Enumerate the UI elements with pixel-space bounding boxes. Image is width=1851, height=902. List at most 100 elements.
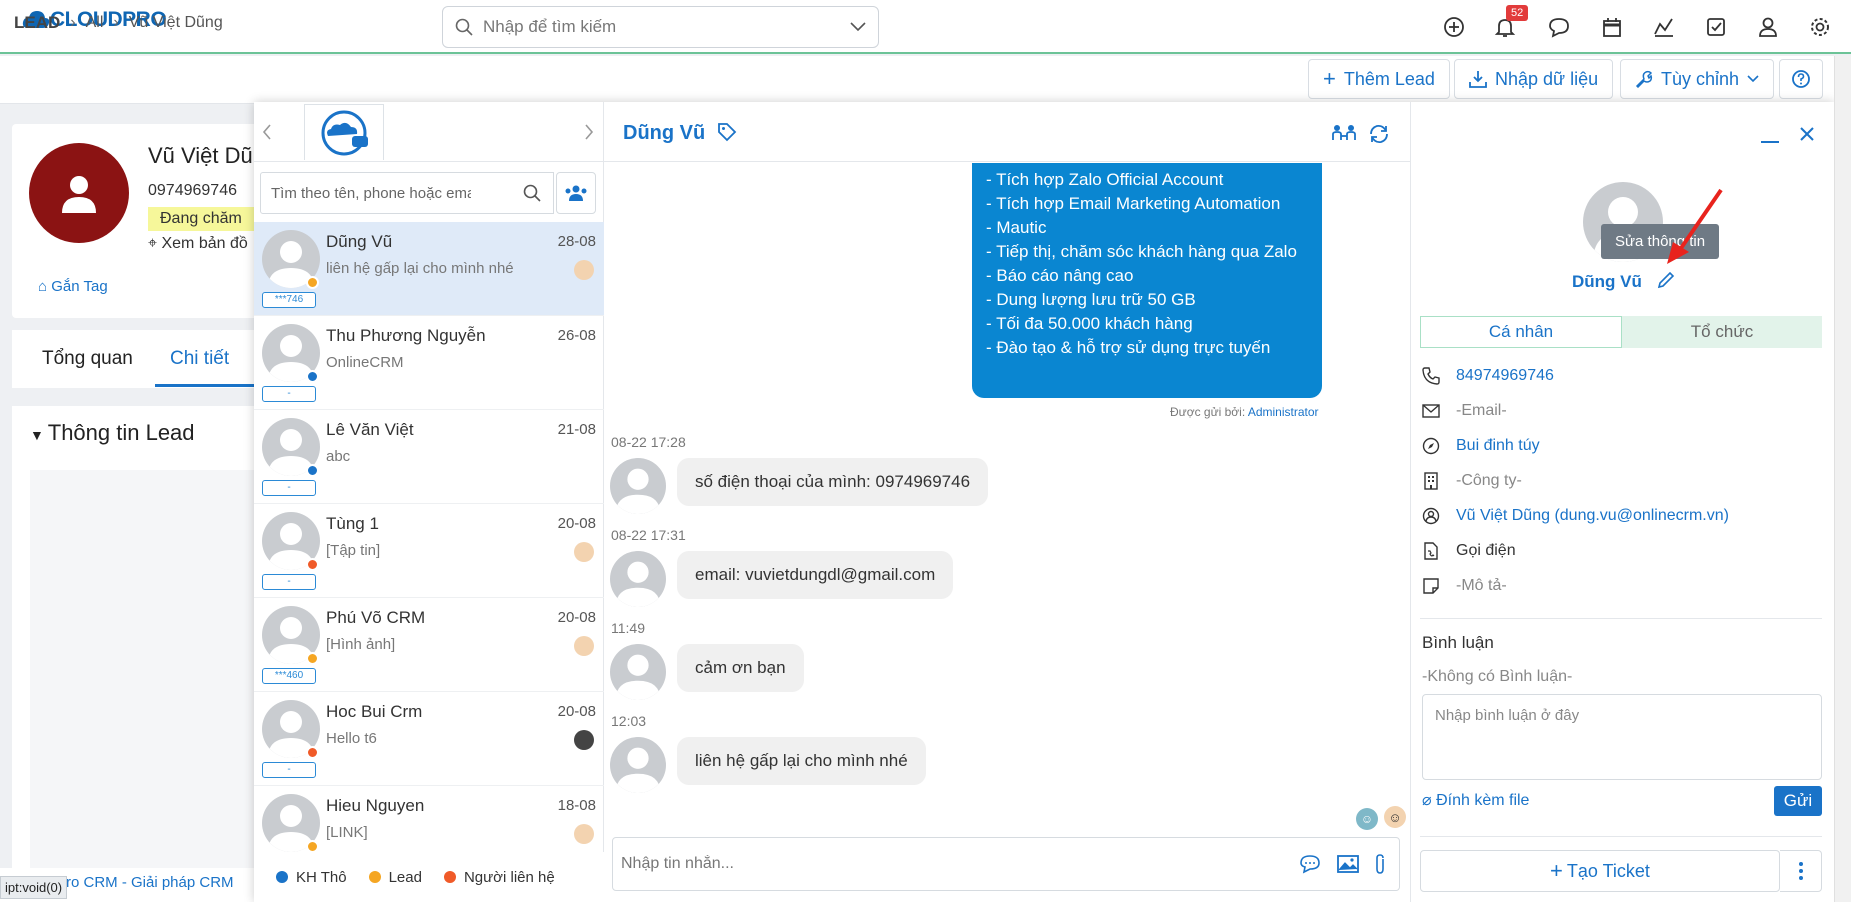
quick-reply-icon[interactable] — [1299, 854, 1321, 874]
calendar-icon[interactable] — [1598, 13, 1626, 41]
analytics-icon[interactable] — [1650, 13, 1678, 41]
note-icon — [1420, 578, 1442, 594]
global-search[interactable] — [442, 6, 879, 48]
chevron-down-icon — [1747, 75, 1759, 83]
conversation-item[interactable]: Hoc Bui Crm 20-08 Hello t6- — [254, 692, 604, 786]
tag-label: Gắn Tag — [51, 278, 108, 295]
conversation-date: 28-08 — [557, 233, 596, 250]
help-icon — [1792, 70, 1810, 88]
profile-description[interactable]: -Mô tả- — [1456, 577, 1507, 595]
image-icon[interactable] — [1337, 854, 1359, 874]
tag-button[interactable]: ⌂ Gắn Tag — [38, 278, 108, 295]
add-circle-icon[interactable] — [1440, 13, 1468, 41]
lead-avatar — [29, 143, 129, 243]
search-input[interactable] — [483, 17, 850, 37]
user-icon[interactable] — [1754, 13, 1782, 41]
profile-call-row: Gọi điện — [1420, 536, 1516, 566]
tag-icon: ⌂ — [38, 278, 52, 295]
attach-file-link[interactable]: ⌀ Đính kèm file — [1422, 790, 1529, 810]
task-check-icon[interactable] — [1702, 13, 1730, 41]
compass-icon — [1420, 437, 1442, 455]
next-arrow-icon[interactable] — [584, 124, 594, 140]
tab-detail[interactable]: Chi tiết — [170, 348, 229, 370]
profile-company[interactable]: -Công ty- — [1456, 472, 1522, 490]
ticket-more-button[interactable] — [1780, 850, 1822, 892]
assignee-avatar-icon — [574, 542, 594, 562]
tab-organization[interactable]: Tổ chức — [1622, 316, 1822, 348]
create-ticket-button[interactable]: + Tạo Ticket — [1420, 850, 1780, 892]
conversation-item[interactable]: Phú Võ CRM 20-08 [Hình ảnh] ***460 — [254, 598, 604, 692]
outgoing-message-line: - Tích hợp Zalo Official Account — [986, 170, 1224, 189]
conversation-item[interactable]: Thu Phương Nguyễn 26-08 OnlineCRM - — [254, 316, 604, 410]
profile-name-text: Dũng Vũ — [1572, 272, 1642, 291]
conversation-last-message: OnlineCRM — [326, 354, 404, 371]
conversation-last-message: [Tập tin] — [326, 542, 381, 559]
reader-avatar-icon: ☺ — [1356, 808, 1378, 830]
top-bar — [0, 0, 1851, 54]
contact-status-dot — [306, 558, 319, 571]
help-button[interactable] — [1779, 59, 1823, 99]
prev-arrow-icon[interactable] — [262, 124, 272, 140]
pencil-edit-icon[interactable] — [1657, 271, 1675, 289]
profile-email[interactable]: -Email- — [1456, 402, 1507, 420]
chevron-down-icon[interactable] — [850, 22, 866, 32]
conversation-last-message: [LINK] — [326, 824, 368, 841]
chat-bubble-icon[interactable] — [1545, 13, 1573, 41]
sender-avatar — [610, 644, 666, 700]
profile-owner[interactable]: Vũ Việt Dũng (dung.vu@onlinecrm.vn) — [1456, 507, 1729, 525]
conversation-search-button[interactable] — [510, 172, 554, 214]
page-scrollbar[interactable] — [1834, 56, 1851, 902]
paperclip-icon[interactable] — [1373, 853, 1387, 875]
comment-input[interactable] — [1422, 694, 1822, 780]
sent-by-user[interactable]: Administrator — [1248, 405, 1319, 419]
close-icon[interactable] — [1799, 126, 1815, 142]
message-input[interactable] — [621, 855, 1291, 873]
sent-by-prefix: Được gửi bởi: — [1170, 405, 1246, 419]
message-composer[interactable] — [612, 837, 1400, 891]
lead-phone: 0974969746 — [148, 182, 237, 199]
profile-call[interactable]: Gọi điện — [1456, 542, 1516, 560]
tab-overview[interactable]: Tổng quan — [42, 348, 133, 370]
message-timestamp: 08-22 17:31 — [611, 527, 686, 543]
conversation-item[interactable]: Dũng Vũ 28-08 liên hệ gấp lại cho mình nhé… — [254, 222, 604, 316]
conversation-phone-tag: - — [262, 480, 316, 496]
assign-users-icon[interactable] — [1332, 124, 1356, 144]
breadcrumb-root[interactable]: LEAD — [14, 13, 60, 33]
send-comment-button[interactable]: Gửi — [1774, 786, 1822, 816]
assignee-avatar-icon — [574, 824, 594, 844]
incoming-message-bubble: email: vuvietdungdl@gmail.com — [677, 551, 954, 599]
chevron-right-icon: › — [70, 14, 76, 31]
lead-info-body — [30, 470, 260, 870]
view-map-link[interactable]: ⌖ Xem bản đồ — [148, 235, 248, 253]
tab-personal[interactable]: Cá nhân — [1420, 316, 1622, 348]
profile-tabs: Cá nhân Tổ chức — [1420, 316, 1822, 348]
customize-label: Tùy chỉnh — [1661, 68, 1740, 89]
chat-contact-name: Dũng Vũ — [623, 122, 737, 145]
active-tab-indicator — [155, 384, 255, 387]
red-arrow-annotation — [1663, 186, 1725, 266]
legend-label: Lead — [388, 868, 422, 886]
comments-title: Bình luận — [1422, 633, 1494, 652]
reader-avatar-icon: ☺ — [1384, 806, 1406, 828]
conversation-item[interactable]: Lê Văn Việt 21-08 abc - — [254, 410, 604, 504]
refresh-icon[interactable] — [1368, 123, 1390, 145]
zalo-oa-logo[interactable] — [304, 104, 384, 160]
gear-icon[interactable] — [1806, 13, 1834, 41]
outgoing-message-line: - Đào tạo & hỗ trợ sử dụng trực tuyến — [986, 338, 1271, 357]
tag-icon[interactable] — [717, 122, 737, 142]
conversation-name: Hoc Bui Crm — [326, 702, 423, 721]
breadcrumb-all[interactable]: All — [86, 14, 104, 32]
profile-address[interactable]: Bui đinh túy — [1456, 437, 1540, 455]
lead-info-title[interactable]: ▼ Thông tin Lead — [30, 420, 195, 446]
group-filter-button[interactable] — [556, 172, 596, 214]
conversation-search[interactable] — [260, 172, 516, 214]
customize-button[interactable]: Tùy chỉnh — [1620, 59, 1775, 99]
import-button[interactable]: Nhập dữ liệu — [1454, 59, 1614, 99]
conversation-item[interactable]: Tùng 1 20-08 [Tập tin] - — [254, 504, 604, 598]
profile-name: Dũng Vũ — [1572, 271, 1675, 292]
conversation-search-input[interactable] — [271, 184, 471, 202]
minimize-icon[interactable] — [1760, 126, 1780, 146]
add-lead-button[interactable]: + Thêm Lead — [1308, 59, 1450, 99]
contact-status-dot — [306, 370, 319, 383]
profile-phone[interactable]: 84974969746 — [1456, 367, 1554, 385]
